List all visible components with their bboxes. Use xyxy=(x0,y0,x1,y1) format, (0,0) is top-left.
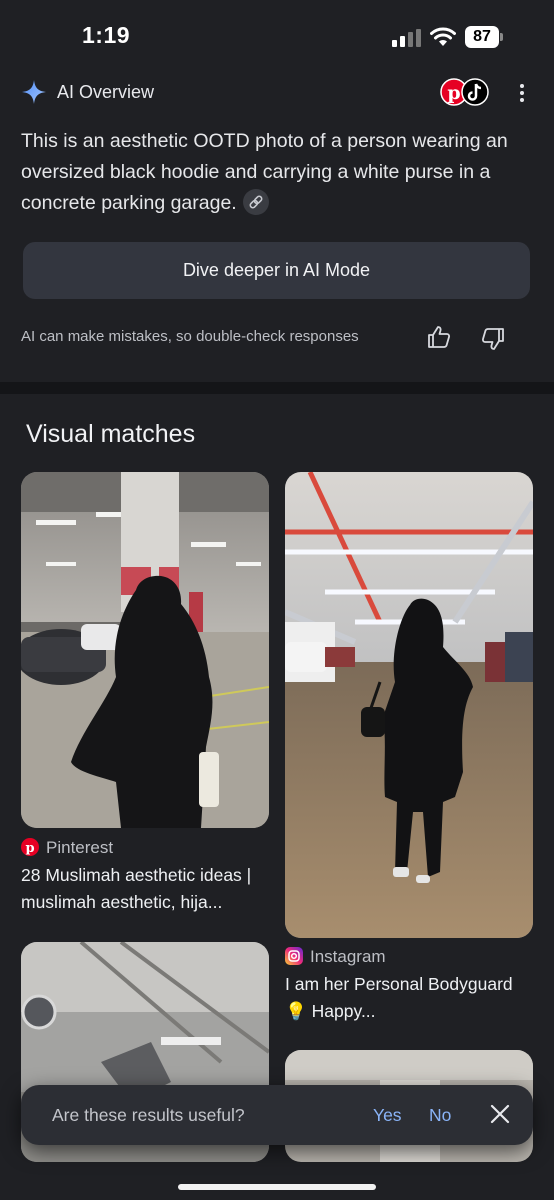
card-2-source: Instagram xyxy=(285,947,386,967)
svg-text:p: p xyxy=(447,82,460,104)
instagram-icon xyxy=(285,947,303,965)
svg-text:p: p xyxy=(25,841,34,856)
visual-matches-title: Visual matches xyxy=(26,420,196,448)
thumbs-up-icon[interactable] xyxy=(426,324,452,350)
battery-level: 87 xyxy=(465,26,499,48)
battery-indicator: 87 xyxy=(465,26,503,48)
pinterest-icon: p xyxy=(21,838,39,856)
feedback-question: Are these results useful? xyxy=(52,1105,245,1125)
ai-overview-title: AI Overview xyxy=(57,82,155,102)
ai-spark-icon xyxy=(22,80,46,104)
close-icon[interactable] xyxy=(489,1103,511,1125)
signal-icon xyxy=(392,29,421,47)
card-2-title[interactable]: I am her Personal Bodyguard 💡 Happy... xyxy=(285,971,533,1025)
card-1-source: p Pinterest xyxy=(21,838,113,858)
status-time: 1:19 xyxy=(82,22,131,48)
thumbs-down-icon[interactable] xyxy=(480,326,506,352)
link-icon[interactable] xyxy=(242,188,269,215)
pinterest-tiktok-icon[interactable]: p xyxy=(440,78,490,106)
visual-match-image-1[interactable] xyxy=(21,472,269,828)
card-1-title[interactable]: 28 Muslimah aesthetic ideas | muslimah a… xyxy=(21,862,273,916)
feedback-snackbar: Are these results useful? Yes No xyxy=(21,1085,533,1145)
feedback-no-button[interactable]: No xyxy=(429,1105,451,1126)
ai-disclaimer: AI can make mistakes, so double-check re… xyxy=(21,328,359,345)
dive-deeper-ai-mode-button[interactable]: Dive deeper in AI Mode xyxy=(23,242,530,299)
section-divider xyxy=(0,382,554,394)
card-2-source-label: Instagram xyxy=(310,947,386,966)
ai-overview-text: This is an aesthetic OOTD photo of a per… xyxy=(21,126,536,219)
more-options-icon[interactable] xyxy=(514,82,530,104)
card-1-source-label: Pinterest xyxy=(46,838,114,857)
visual-match-image-2[interactable] xyxy=(285,472,533,938)
home-indicator[interactable] xyxy=(178,1184,376,1190)
feedback-yes-button[interactable]: Yes xyxy=(373,1105,402,1126)
wifi-icon xyxy=(430,27,456,46)
